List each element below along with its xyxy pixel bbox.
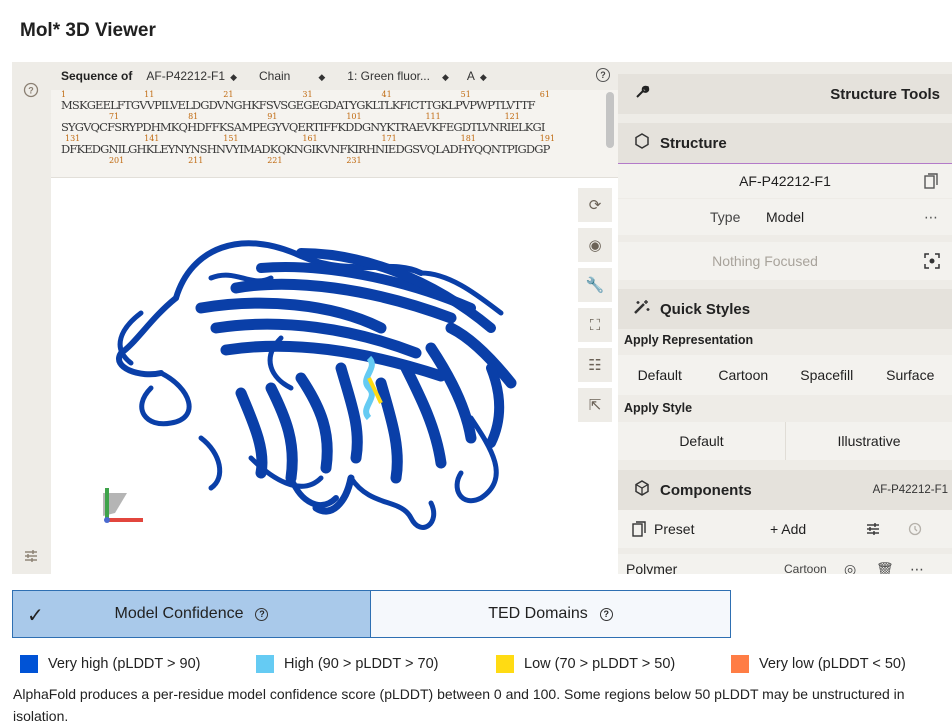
residue-number: 201 [108, 156, 125, 165]
cube-icon [632, 479, 652, 501]
style-buttons: Default Illustrative [618, 422, 952, 460]
structure-select[interactable]: AF-P42212-F1 [618, 164, 952, 198]
axes-indicator [103, 488, 143, 523]
screenshot-icon[interactable]: ◉ [578, 228, 612, 262]
more-options-icon[interactable]: ⋯ [924, 209, 938, 226]
left-toolbar: ? [12, 62, 51, 574]
preset-button[interactable]: Preset [632, 521, 694, 537]
help-icon[interactable]: ? [255, 607, 269, 621]
style-button-illustrative[interactable]: Illustrative [785, 422, 952, 460]
more-options-icon[interactable]: ⋯ [910, 561, 924, 575]
page-title: Mol* 3D Viewer [20, 20, 156, 41]
residue-number: 61 [539, 90, 550, 99]
representation-buttons: Default Cartoon Spacefill Surface [618, 355, 952, 395]
representation-button-cartoon[interactable]: Cartoon [702, 355, 786, 395]
preset-icon [632, 521, 646, 537]
chain-select[interactable]: A ◆ [467, 69, 487, 83]
help-icon[interactable]: ? [596, 68, 610, 82]
entry-select[interactable]: AF-P42212-F1 ◆ [146, 69, 237, 83]
structure-icon [632, 132, 652, 154]
legend-swatch [256, 655, 274, 673]
reset-camera-icon[interactable]: ⟳ [578, 188, 612, 222]
add-component-button[interactable]: + Add [770, 521, 806, 537]
help-icon[interactable]: ? [599, 607, 613, 621]
sequence-line[interactable]: MSKGEELFTGVVPILVELDGDVNGHKFSVSGEGEGDATYG… [61, 98, 536, 112]
molstar-viewer[interactable]: ? Sequence of AF-P42212-F1 ◆ Chain ◆ 1: Gr… [12, 62, 952, 574]
sequence-text[interactable]: 1 11 21 31 41 51 61 MSKGEELFTGVVPILVELDGDVNGHKF… [61, 90, 601, 176]
svg-text:?: ? [28, 86, 34, 96]
3d-canvas[interactable]: ⟳ ◉ 🔧 ⛶ ☷ ⇱ [51, 178, 618, 574]
sequence-block: 1 11 21 31 41 51 61 MSKGEELFTGVVPILVELDGDVNGHKF… [61, 90, 601, 112]
sequence-panel: Sequence of AF-P42212-F1 ◆ Chain ◆ 1: Gree… [51, 62, 618, 178]
sequence-scrollbar[interactable] [606, 92, 614, 148]
sequence-label: Sequence of [61, 69, 133, 83]
components-actions: Preset + Add [618, 510, 952, 548]
legend-swatch [496, 655, 514, 673]
legend-swatch [731, 655, 749, 673]
confidence-description: AlphaFold produces a per-residue model c… [13, 686, 905, 724]
chevron-down-icon: ◆ [479, 72, 487, 82]
visibility-eye-icon[interactable]: ◎ [844, 561, 856, 575]
legend-item: Low (70 > pLDDT > 50) [496, 655, 675, 673]
structure-tools-panel: Structure Tools Structure AF-P42212-F1 T… [618, 62, 952, 574]
focus-target-icon[interactable] [924, 253, 940, 272]
representation-button-spacefill[interactable]: Spacefill [785, 355, 869, 395]
magic-wand-icon [632, 299, 652, 320]
legend-swatch [20, 655, 38, 673]
history-icon[interactable] [908, 522, 922, 539]
tab-ted-domains[interactable]: TED Domains ? [371, 591, 730, 637]
copy-icon[interactable] [924, 173, 938, 192]
select-pointer-icon[interactable]: ⇱ [578, 388, 612, 422]
tab-model-confidence[interactable]: ✓ Model Confidence ? [13, 591, 371, 637]
wrench-icon [632, 84, 652, 105]
components-header[interactable]: Components AF-P42212-F1 [618, 470, 952, 510]
structure-section-header[interactable]: Structure [618, 123, 952, 163]
quick-styles-header[interactable]: Quick Styles [618, 289, 952, 329]
representation-button-surface[interactable]: Surface [869, 355, 952, 395]
chevron-down-icon: ◆ [441, 72, 449, 82]
residue-number: 211 [188, 156, 204, 165]
residue-number: 221 [267, 156, 283, 165]
protein-cartoon [103, 240, 517, 530]
legend-item: Very high (pLDDT > 90) [20, 655, 200, 673]
apply-style-label: Apply Style [624, 401, 693, 415]
sequence-line[interactable]: SYGVQCFSRYPDHMKQHDFFKSAMPEGYVQERTIFFKDDG… [61, 120, 545, 134]
annotation-tabs: ✓ Model Confidence ? TED Domains ? [12, 590, 731, 638]
chevron-down-icon: ◆ [230, 72, 237, 82]
chevron-down-icon: ◆ [318, 72, 326, 82]
help-icon[interactable]: ? [22, 82, 40, 100]
structure-type-row[interactable]: Type Model ⋯ [618, 199, 952, 235]
sequence-block: 71 81 91 101 111 121 SYGVQCFSRYPDHMKQHDFFKSAMP… [61, 112, 601, 134]
check-icon: ✓ [27, 605, 44, 627]
sequence-block: 201 211 221 231 [61, 156, 601, 176]
sequence-line[interactable]: DFKEDGNILGHKLEYNYNSHNVYIMADKQKNGIKVNFKIR… [61, 142, 550, 156]
sequence-block: 131 141 151 161 171 181 191 DFKEDGNILGHKLEYNYNS… [61, 134, 601, 156]
viewport-controls: ⟳ ◉ 🔧 ⛶ ☷ ⇱ [578, 188, 612, 428]
structure-tools-header: Structure Tools [618, 74, 952, 114]
mode-select[interactable]: Chain ◆ [259, 69, 325, 83]
structure-tools-title: Structure Tools [830, 85, 940, 103]
settings-sliders-icon[interactable] [22, 548, 40, 566]
legend-item: Very low (pLDDT < 50) [731, 655, 906, 673]
residue-number: 231 [346, 156, 362, 165]
entity-select[interactable]: 1: Green fluor... ◆ [347, 69, 449, 83]
settings-sliders-icon[interactable]: ☷ [578, 348, 612, 382]
fullscreen-icon[interactable]: ⛶ [578, 308, 612, 342]
delete-icon[interactable]: 🗑 [876, 561, 894, 575]
confidence-legend: Very high (pLDDT > 90) High (90 > pLDDT … [0, 655, 952, 675]
representation-button-default[interactable]: Default [618, 355, 702, 395]
wrench-icon[interactable]: 🔧 [578, 268, 612, 302]
legend-item: High (90 > pLDDT > 70) [256, 655, 438, 673]
sequence-header: Sequence of AF-P42212-F1 ◆ Chain ◆ 1: Gree… [51, 62, 618, 90]
settings-sliders-icon[interactable] [866, 522, 880, 539]
style-button-default[interactable]: Default [618, 422, 785, 460]
focus-row[interactable]: Nothing Focused [618, 242, 952, 280]
polymer-row[interactable]: Polymer Cartoon ◎ 🗑 ⋯ [618, 554, 952, 574]
components-entry: AF-P42212-F1 [872, 484, 948, 496]
apply-representation-label: Apply Representation [624, 333, 754, 347]
